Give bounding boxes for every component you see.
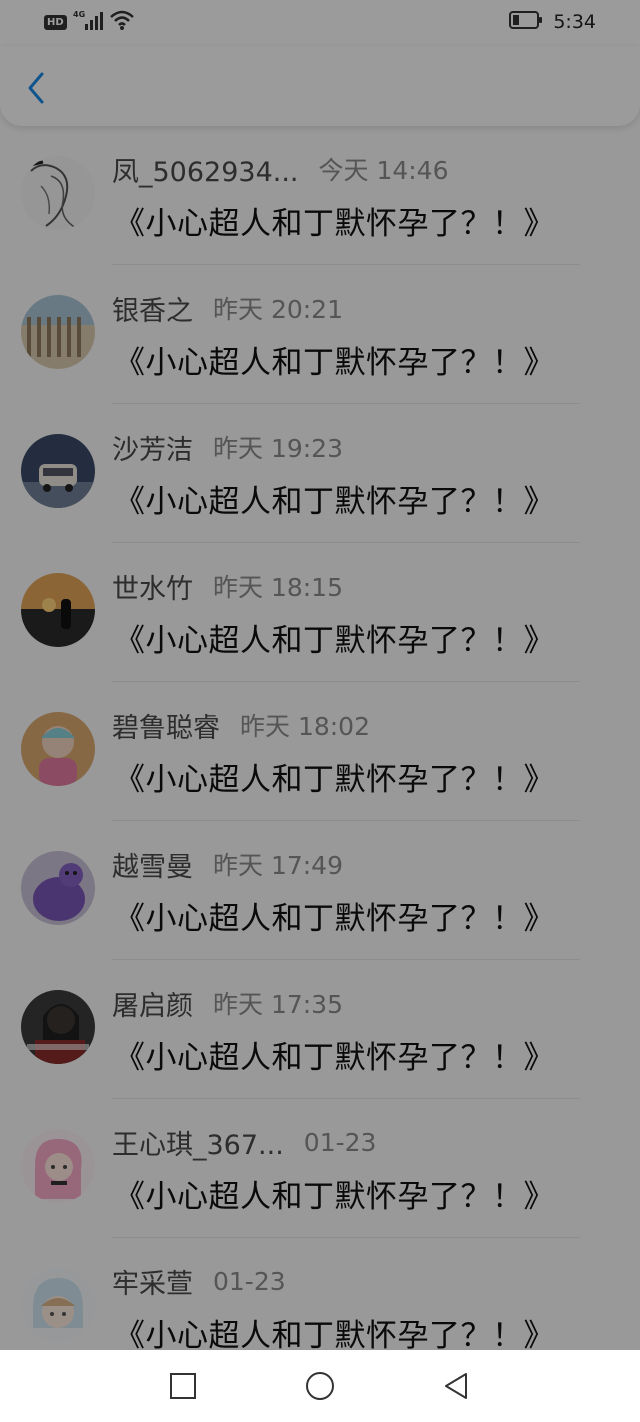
network-type-label: 4G bbox=[73, 10, 85, 19]
message-time: 昨天 18:15 bbox=[213, 573, 343, 602]
avatar[interactable] bbox=[21, 712, 95, 786]
name-line: 沙芳洁 昨天 19:23 bbox=[112, 430, 343, 466]
message-text: 《小心超人和丁默怀孕了？！》 bbox=[114, 1318, 555, 1350]
message-time: 昨天 17:49 bbox=[213, 851, 343, 880]
message-item[interactable]: 牢采萱 01-23 《小心超人和丁默怀孕了？！》 bbox=[0, 1238, 640, 1350]
message-time: 01-23 bbox=[213, 1266, 286, 1296]
name-line: 牢采萱 01-23 bbox=[112, 1264, 286, 1300]
avatar[interactable] bbox=[21, 156, 95, 230]
message-time: 昨天 19:23 bbox=[213, 434, 343, 463]
battery-icon bbox=[509, 11, 543, 33]
message-item[interactable]: 碧鲁聪睿 昨天 18:02 《小心超人和丁默怀孕了？！》 bbox=[0, 682, 640, 821]
message-item[interactable]: 王心琪_367... 01-23 《小心超人和丁默怀孕了？！》 bbox=[0, 1099, 640, 1238]
name-line: 王心琪_367... 01-23 bbox=[112, 1125, 377, 1161]
message-item[interactable]: 越雪曼 昨天 17:49 《小心超人和丁默怀孕了？！》 bbox=[0, 821, 640, 960]
sender-name: 越雪曼 bbox=[112, 851, 193, 883]
message-text: 《小心超人和丁默怀孕了？！》 bbox=[114, 901, 555, 937]
recent-apps-icon bbox=[170, 1373, 196, 1399]
message-item[interactable]: 沙芳洁 昨天 19:23 《小心超人和丁默怀孕了？！》 bbox=[0, 404, 640, 543]
avatar[interactable] bbox=[21, 851, 95, 925]
name-line: 银香之 昨天 20:21 bbox=[112, 291, 343, 327]
sender-name: 沙芳洁 bbox=[112, 434, 193, 466]
navigation-bar bbox=[0, 1350, 640, 1422]
avatar[interactable] bbox=[21, 1129, 95, 1203]
sender-name: 王心琪_367... bbox=[112, 1129, 284, 1161]
message-time: 01-23 bbox=[303, 1127, 377, 1157]
signal-icon: 4G bbox=[73, 9, 103, 35]
screen: HD 4G 5:34 凤_5062934... 今天 14:46 《小心超人和丁… bbox=[0, 0, 640, 1350]
recent-apps-button[interactable] bbox=[161, 1364, 205, 1408]
sender-name: 银香之 bbox=[112, 295, 193, 327]
name-line: 越雪曼 昨天 17:49 bbox=[112, 847, 343, 883]
home-icon bbox=[306, 1372, 334, 1400]
status-left: HD 4G bbox=[44, 10, 135, 34]
message-item[interactable]: 凤_5062934... 今天 14:46 《小心超人和丁默怀孕了？！》 bbox=[0, 126, 640, 265]
header bbox=[0, 46, 640, 126]
name-line: 凤_5062934... 今天 14:46 bbox=[112, 152, 449, 188]
back-button[interactable] bbox=[18, 68, 54, 108]
sender-name: 碧鲁聪睿 bbox=[112, 712, 220, 744]
message-text: 《小心超人和丁默怀孕了？！》 bbox=[114, 1040, 555, 1076]
name-line: 屠启颜 昨天 17:35 bbox=[112, 986, 343, 1022]
message-text: 《小心超人和丁默怀孕了？！》 bbox=[114, 623, 555, 659]
message-text: 《小心超人和丁默怀孕了？！》 bbox=[114, 762, 555, 798]
message-text: 《小心超人和丁默怀孕了？！》 bbox=[114, 206, 555, 242]
avatar[interactable] bbox=[21, 573, 95, 647]
message-time: 今天 14:46 bbox=[318, 156, 449, 185]
sender-name: 屠启颜 bbox=[112, 990, 193, 1022]
message-text: 《小心超人和丁默怀孕了？！》 bbox=[114, 345, 555, 381]
status-right: 5:34 bbox=[509, 8, 596, 36]
avatar[interactable] bbox=[21, 1268, 95, 1342]
message-item[interactable]: 银香之 昨天 20:21 《小心超人和丁默怀孕了？！》 bbox=[0, 265, 640, 404]
chevron-left-icon bbox=[28, 72, 44, 104]
back-icon bbox=[445, 1373, 467, 1399]
message-time: 昨天 20:21 bbox=[213, 295, 343, 324]
message-time: 昨天 18:02 bbox=[240, 712, 370, 741]
clock: 5:34 bbox=[553, 11, 596, 33]
avatar[interactable] bbox=[21, 990, 95, 1064]
name-line: 碧鲁聪睿 昨天 18:02 bbox=[112, 708, 370, 744]
status-bar: HD 4G 5:34 bbox=[0, 0, 640, 46]
message-text: 《小心超人和丁默怀孕了？！》 bbox=[114, 484, 555, 520]
sender-name: 世水竹 bbox=[112, 573, 193, 605]
message-item[interactable]: 世水竹 昨天 18:15 《小心超人和丁默怀孕了？！》 bbox=[0, 543, 640, 682]
nav-back-button[interactable] bbox=[434, 1364, 478, 1408]
wifi-icon bbox=[109, 9, 135, 35]
avatar[interactable] bbox=[21, 295, 95, 369]
hd-icon: HD bbox=[44, 14, 67, 30]
message-item[interactable]: 屠启颜 昨天 17:35 《小心超人和丁默怀孕了？！》 bbox=[0, 960, 640, 1099]
sender-name: 凤_5062934... bbox=[112, 156, 299, 188]
sender-name: 牢采萱 bbox=[112, 1268, 193, 1300]
home-button[interactable] bbox=[298, 1364, 342, 1408]
message-text: 《小心超人和丁默怀孕了？！》 bbox=[114, 1179, 555, 1215]
name-line: 世水竹 昨天 18:15 bbox=[112, 569, 343, 605]
avatar[interactable] bbox=[21, 434, 95, 508]
message-time: 昨天 17:35 bbox=[213, 990, 343, 1019]
